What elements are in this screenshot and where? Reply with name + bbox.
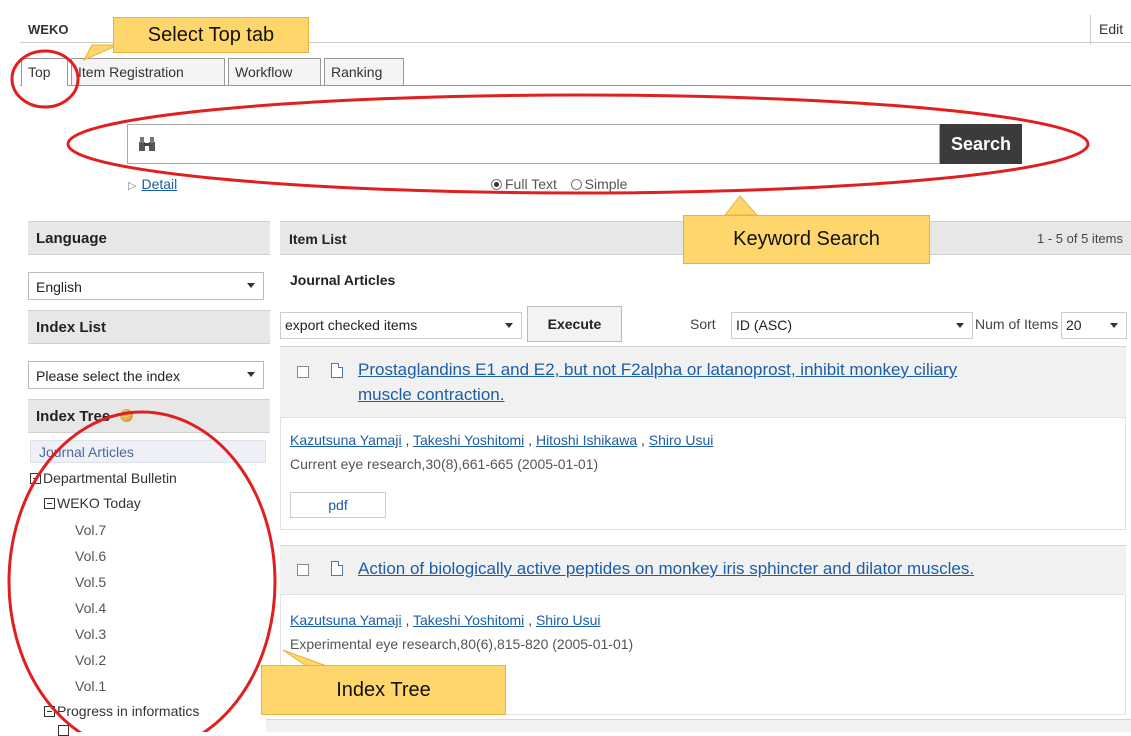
callout-index-tree: Index Tree	[261, 665, 506, 715]
highlight-ellipse-top-tab	[10, 49, 80, 109]
highlight-ellipse-search	[66, 93, 1090, 195]
callout-select-top-tab: Select Top tab	[113, 17, 309, 53]
annotation-layer	[7, 44, 1090, 732]
callout-keyword-search: Keyword Search	[683, 215, 930, 264]
highlight-ellipse-index-tree	[7, 410, 277, 732]
callout-pointer	[723, 195, 759, 216]
